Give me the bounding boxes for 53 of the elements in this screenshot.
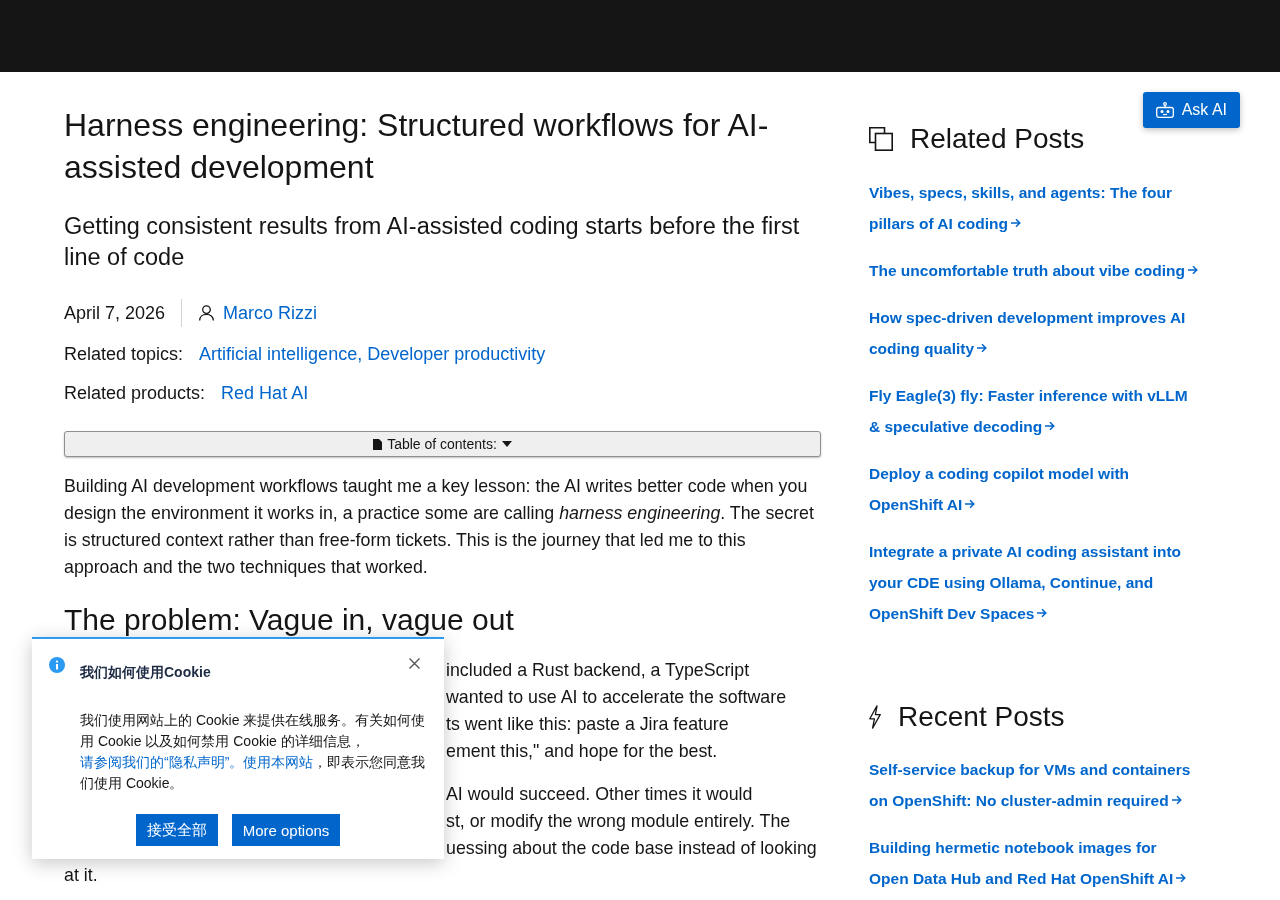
arrow-right-icon — [977, 342, 988, 353]
article-title: Harness engineering: Structured workflows for AI-assisted development — [64, 106, 770, 187]
close-icon — [409, 658, 420, 669]
body-text: ement this," and hope for the best. — [446, 741, 718, 761]
post-link[interactable]: Self-service backup for VMs and containers on OpenShift: No cluster-admin required — [869, 754, 1208, 816]
author-link[interactable]: Marco Rizzi — [223, 301, 318, 325]
arrow-right-icon — [965, 498, 976, 509]
products-label: Related products: — [64, 382, 206, 405]
post-link[interactable]: Vibes, specs, skills, and agents: The four pillars of AI coding — [869, 176, 1208, 239]
post-link[interactable]: Deploy a coding copilot model with OpenShift AI — [869, 457, 1208, 520]
publish-date: April 7, 2026 — [64, 302, 166, 325]
topics-label: Related topics: — [64, 343, 184, 366]
body-text: ts went like this: paste a Jira feature — [446, 714, 729, 734]
arrow-right-icon — [1188, 264, 1199, 275]
post-link[interactable]: Building hermetic notebook images for Open Data Hub and Red Hat OpenShift AI — [869, 832, 1208, 894]
arrow-right-icon — [1045, 420, 1056, 431]
body-text: at it. — [64, 865, 98, 885]
post-link[interactable]: The uncomfortable truth about vibe coding — [869, 254, 1199, 286]
dialog-button[interactable]: More options — [231, 814, 341, 846]
post-link[interactable]: Fly Eagle(3) fly: Faster inference with vLLM & speculative decoding — [869, 379, 1208, 442]
post-link[interactable]: How spec-driven development improves AI coding quality — [869, 301, 1208, 364]
section-heading: The problem: Vague in, vague out — [64, 602, 514, 638]
person-icon — [199, 305, 215, 321]
body-text: uessing about the code base instead of looking — [446, 838, 817, 858]
robot-icon — [1155, 102, 1174, 118]
topic-link[interactable]: Developer productivity — [367, 342, 546, 366]
dialog-button[interactable]: 接受全部 — [135, 814, 218, 846]
body-text: st, or modify the wrong module entirely. The — [446, 811, 791, 831]
inline-link[interactable]: 使用本网站 — [243, 754, 314, 770]
close-button[interactable] — [409, 658, 420, 669]
info-icon — [49, 657, 65, 673]
sidebar-heading: Related Posts — [910, 122, 1085, 156]
table-of-contents-button[interactable]: Table of contents: — [64, 431, 821, 457]
ask-ai-button[interactable]: Ask AI — [1142, 92, 1240, 128]
body-text: wanted to use AI to accelerate the software — [446, 687, 787, 707]
topic-link[interactable]: Artificial intelligence, — [199, 342, 363, 366]
dialog-message: 我们使用网站上的 Cookie 来提供在线服务。有关如何使用 Cookie 以及如何禁用 Cookie 的详细信息， 请参阅我们的“隐私声明”。使用本网站，即表示您同意我们使用 Cookie。 — [80, 711, 427, 793]
arrow-right-icon — [1176, 873, 1187, 884]
intro-paragraph: Building AI development workflows taught me a key lesson: the AI writes better code when you design the environment it works in, a practice some are calling harness engineering. The secret is structured context rather than free-form tickets. This is the journey that led me to this approach and the two techniques that worked. — [64, 475, 815, 579]
post-link[interactable]: Integrate a private AI coding assistant into your CDE using Ollama, Continue, and OpenShift Dev Spaces — [869, 535, 1208, 629]
lightning-icon — [869, 704, 881, 729]
arrow-right-icon — [1171, 795, 1182, 806]
document-icon — [373, 438, 383, 450]
body-text: included a Rust backend, a TypeScript — [446, 660, 750, 680]
copy-icon — [869, 127, 893, 151]
body-text: AI would succeed. Other times it would — [446, 784, 753, 804]
inline-link[interactable]: 请参阅我们的“隐私声明”。 — [80, 754, 244, 770]
product-link[interactable]: Red Hat AI — [221, 381, 309, 405]
arrow-right-icon — [1037, 607, 1048, 618]
arrow-right-icon — [1010, 217, 1021, 228]
sidebar-heading: Recent Posts — [898, 699, 1065, 734]
article-subtitle: Getting consistent results from AI-assisted coding starts before the first line of code — [64, 212, 801, 272]
dialog-title: 我们如何使用Cookie — [80, 663, 211, 682]
